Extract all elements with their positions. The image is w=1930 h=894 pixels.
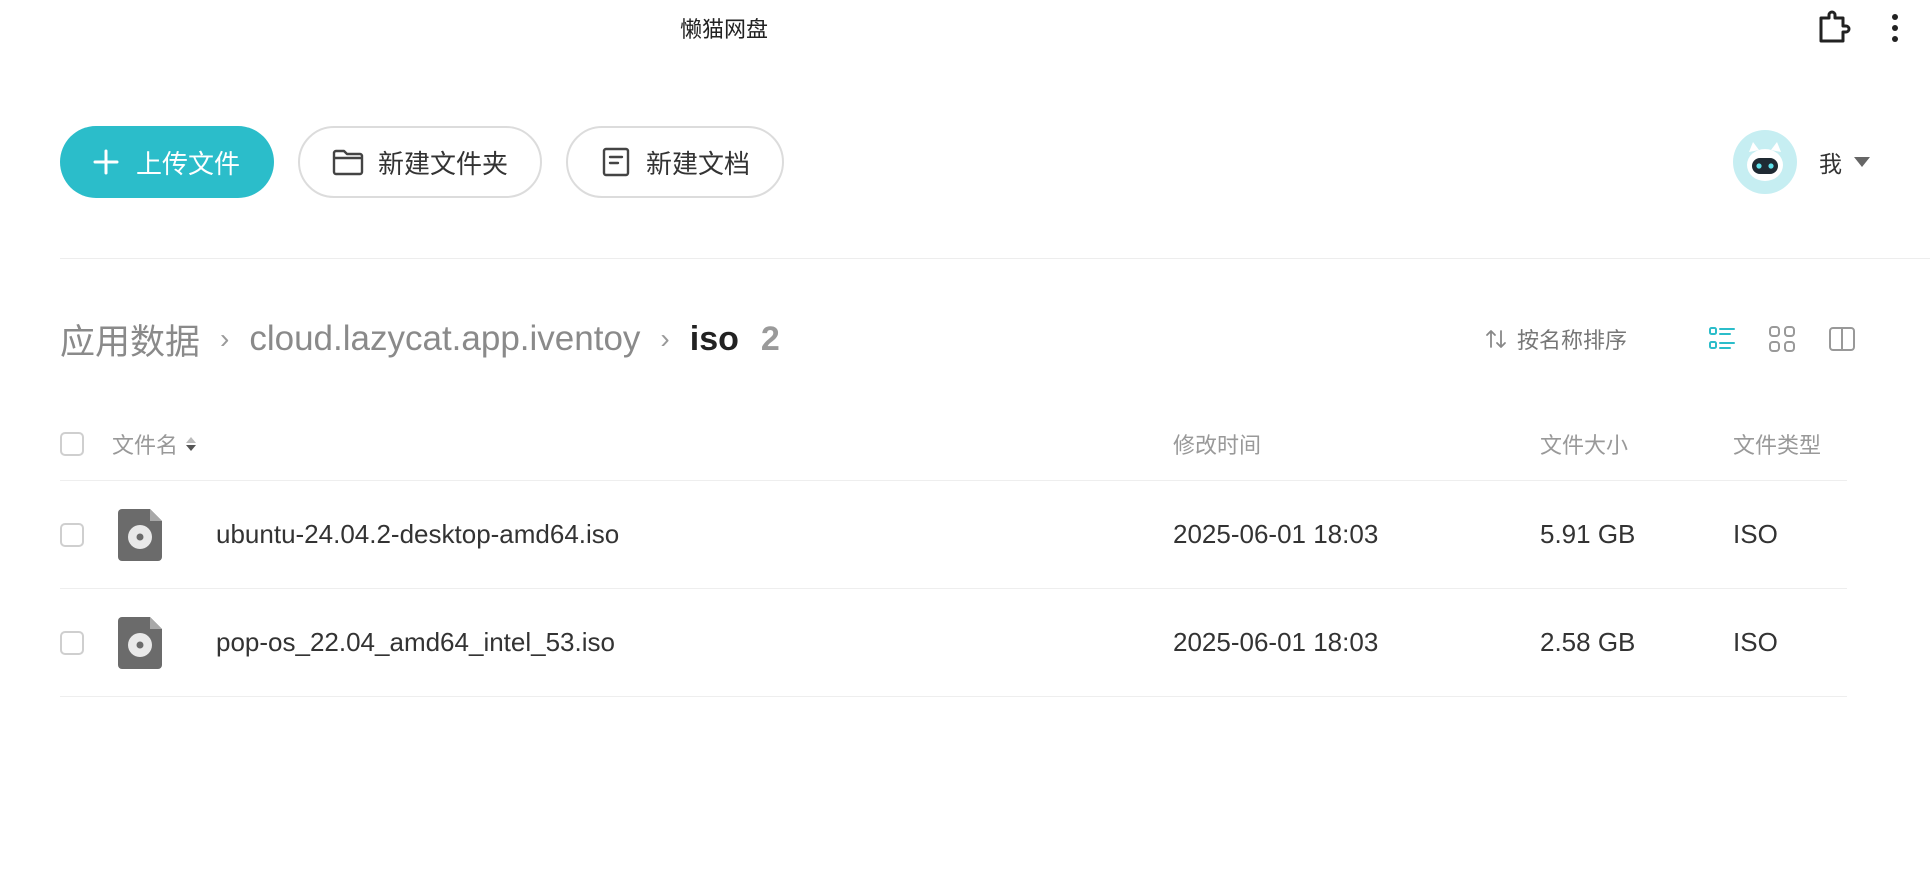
file-type: ISO <box>1733 627 1778 657</box>
action-toolbar: 上传文件 新建文件夹 新建文档 <box>60 126 785 198</box>
document-icon <box>600 146 632 178</box>
file-table: 文件名 修改时间 文件大小 文件类型 ubuntu-24.04.2-deskto… <box>60 408 1847 697</box>
sort-label: 按名称排序 <box>1517 328 1628 353</box>
upload-file-label: 上传文件 <box>136 148 241 179</box>
header-cell-select <box>60 408 84 480</box>
header-cell-name[interactable]: 文件名 <box>112 408 197 480</box>
sort-by-name-button[interactable]: 按名称排序 <box>1485 322 1627 356</box>
user-menu[interactable]: 我 <box>1733 130 1870 194</box>
file-size: 2.58 GB <box>1540 627 1636 657</box>
new-document-button[interactable]: 新建文档 <box>566 126 785 198</box>
breadcrumb-item-app-data[interactable]: 应用数据 <box>60 314 200 365</box>
title-bar: 懒猫网盘 <box>0 0 1930 56</box>
app-title: 懒猫网盘 <box>679 17 768 42</box>
row-select-cell <box>60 481 84 588</box>
cat-robot-avatar-icon <box>1738 135 1792 189</box>
user-name: 我 <box>1819 151 1842 177</box>
header-cell-modified: 修改时间 <box>1173 408 1261 480</box>
file-modified: 2025-06-01 18:03 <box>1173 519 1379 549</box>
new-document-label: 新建文档 <box>646 148 751 179</box>
header-cell-size: 文件大小 <box>1540 408 1628 480</box>
chevron-down-icon <box>1854 157 1870 167</box>
column-header-type: 文件类型 <box>1733 433 1822 458</box>
row-select-cell <box>60 589 84 696</box>
file-size: 5.91 GB <box>1540 519 1636 549</box>
row-checkbox[interactable] <box>60 522 84 547</box>
extension-puzzle-icon[interactable] <box>1815 10 1851 46</box>
breadcrumb-item-iventoy[interactable]: cloud.lazycat.app.iventoy <box>249 319 640 359</box>
row-icon-cell <box>118 481 162 588</box>
header-cell-type: 文件类型 <box>1733 408 1821 480</box>
app-page: 懒猫网盘 上传文件 新建文件夹 新建文档 我 应用数据 › cloud.lazy… <box>0 0 1930 894</box>
row-icon-cell <box>118 589 162 696</box>
list-view-icon[interactable] <box>1705 322 1739 356</box>
column-header-size: 文件大小 <box>1540 433 1629 458</box>
split-view-icon[interactable] <box>1825 322 1859 356</box>
row-checkbox[interactable] <box>60 630 84 655</box>
breadcrumb-current-folder: iso <box>689 319 739 358</box>
table-row[interactable]: pop-os_22.04_amd64_intel_53.iso 2025-06-… <box>60 589 1847 697</box>
avatar <box>1733 130 1797 194</box>
select-all-checkbox[interactable] <box>60 432 84 456</box>
breadcrumb-separator: › <box>660 323 670 354</box>
new-folder-button[interactable]: 新建文件夹 <box>298 126 543 198</box>
file-name[interactable]: ubuntu-24.04.2-desktop-amd64.iso <box>216 481 619 588</box>
header-divider <box>60 258 1930 259</box>
file-modified: 2025-06-01 18:03 <box>1173 627 1379 657</box>
new-folder-label: 新建文件夹 <box>378 148 509 179</box>
sort-arrows-icon <box>1485 328 1507 350</box>
upload-file-button[interactable]: 上传文件 <box>60 126 275 198</box>
disc-image-file-icon <box>118 508 162 561</box>
breadcrumb: 应用数据 › cloud.lazycat.app.iventoy › iso 2 <box>60 316 780 362</box>
breadcrumb-separator: › <box>220 323 230 354</box>
column-header-name: 文件名 <box>112 433 179 458</box>
sort-toggle-icon <box>186 437 197 451</box>
grid-view-icon[interactable] <box>1765 322 1799 356</box>
folder-icon <box>332 146 364 178</box>
column-header-modified: 修改时间 <box>1173 433 1262 458</box>
disc-image-file-icon <box>118 616 162 669</box>
file-type: ISO <box>1733 519 1778 549</box>
plus-icon <box>90 146 122 178</box>
file-name[interactable]: pop-os_22.04_amd64_intel_53.iso <box>216 589 615 696</box>
table-header: 文件名 修改时间 文件大小 文件类型 <box>60 408 1847 481</box>
more-menu-icon[interactable] <box>1880 10 1910 46</box>
item-count-badge: 2 <box>760 319 780 358</box>
table-row[interactable]: ubuntu-24.04.2-desktop-amd64.iso 2025-06… <box>60 481 1847 589</box>
